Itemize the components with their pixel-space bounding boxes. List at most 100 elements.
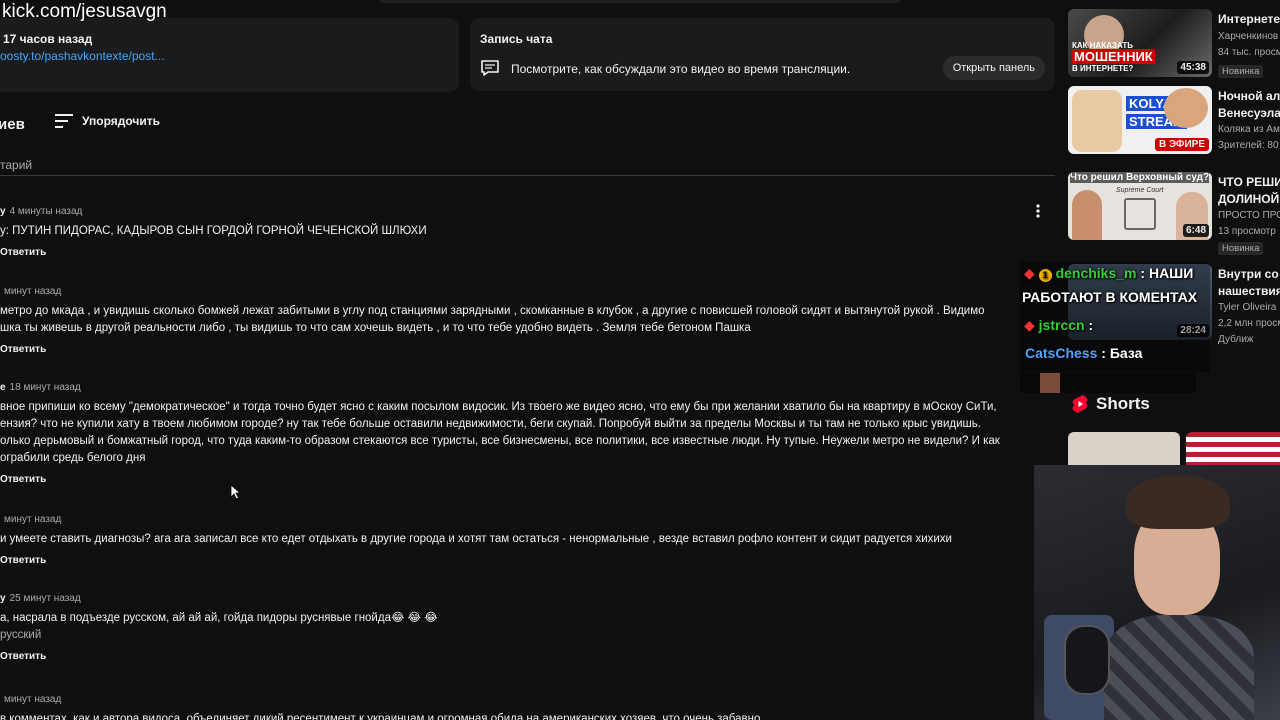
chat-username: jstrccn — [1038, 317, 1085, 333]
video-title-line: ДОЛИНОЙ? — [1218, 192, 1280, 206]
live-badge: В ЭФИРЕ — [1154, 138, 1209, 151]
channel-name[interactable]: Tyler Oliveira — [1218, 302, 1276, 313]
comment-text: в комментах, как и автора видоса, объеди… — [0, 713, 761, 720]
view-count: 2,2 млн просм — [1218, 318, 1280, 329]
comments-count: иев — [0, 116, 25, 133]
video-title-line: Венесуэла — [1218, 106, 1280, 120]
chat-message: ◆ jstrccn : — [1024, 317, 1094, 333]
thumbnail-text: В ИНТЕРНЕТЕ? — [1072, 64, 1134, 73]
scales-icon — [1124, 198, 1156, 230]
comment: е 18 минут назад вное припиши ко всему "д… — [0, 382, 1060, 485]
comment-text: вное припиши ко всему "демократическое" … — [0, 399, 1060, 467]
reply-button[interactable]: Ответить — [0, 344, 1060, 355]
reply-button[interactable]: Ответить — [0, 651, 1060, 662]
shorts-icon — [1072, 395, 1088, 413]
comment-time[interactable]: 4 минуты назад — [10, 206, 83, 217]
comment-time[interactable]: минут назад — [4, 514, 61, 525]
chat-replay-title: Запись чата — [480, 32, 553, 46]
chat-text: НАШИ — [1148, 265, 1194, 281]
stream-watermark: kick.com/jesusavgn — [2, 1, 167, 22]
badge-icon: ◆ — [1024, 265, 1035, 281]
video-title-line: Ночной алк — [1218, 89, 1280, 103]
comment-line: метро до мкада , и увидишь сколько бомже… — [0, 305, 985, 317]
video-duration: 45:38 — [1177, 61, 1209, 74]
channel-name[interactable]: Коляка из Ам — [1218, 124, 1280, 135]
comment-line: ограбили средь белого дня — [0, 452, 146, 464]
video-thumbnail[interactable]: KOLYAKA STREAM В ЭФИРЕ — [1068, 86, 1212, 154]
comment-author[interactable]: е — [0, 382, 6, 393]
recommended-video[interactable]: Что решил Верховный суд? Supreme Court 6… — [1068, 172, 1280, 255]
streamer-webcam — [1034, 465, 1280, 720]
comment-line: а, насрала в подъезде русском, ай ай ай,… — [0, 612, 438, 624]
thumbnail-text: Supreme Court — [1116, 187, 1164, 194]
comment-header: е 18 минут назад — [0, 382, 1060, 393]
comment-header: у 25 минут назад — [0, 593, 1060, 604]
chat-username: denchiks_m — [1055, 265, 1137, 281]
video-thumbnail[interactable]: Что решил Верховный суд? Supreme Court 6… — [1068, 172, 1212, 240]
video-title[interactable]: Интернете? — [1218, 11, 1280, 28]
chat-text: База — [1109, 345, 1143, 361]
comment-text: метро до мкада , и увидишь сколько бомже… — [0, 303, 1060, 337]
sort-icon — [55, 114, 73, 128]
comment-time[interactable]: минут назад — [4, 694, 61, 705]
comment-author[interactable]: у — [0, 206, 6, 217]
chat-text: РАБОТАЮТ В КОМЕНТАХ — [1022, 289, 1198, 305]
chat-overlay-footer — [1020, 373, 1196, 393]
comment: у 4 минуты назад у: ПУТИН ПИДОРАС, КАДЫРО… — [0, 206, 1060, 258]
chat-message: ◆ 1 denchiks_m : НАШИ — [1024, 265, 1194, 282]
comment-line: шка ты живешь в другой реальности либо ,… — [0, 322, 751, 334]
video-title[interactable]: Ночной алк Венесуэла — [1218, 88, 1280, 122]
reply-button[interactable]: Ответить — [0, 247, 1060, 258]
comment-header: минут назад — [0, 286, 1060, 297]
comment: минут назад метро до мкада , и увидишь с… — [0, 286, 1060, 355]
video-title[interactable]: ЧТО РЕШИ ДОЛИНОЙ? — [1218, 174, 1280, 208]
badge-icon: ◆ — [1024, 317, 1035, 333]
mascot-thumbnail — [1072, 90, 1122, 152]
comment: у 25 минут назад а, насрала в подъезде ру… — [0, 593, 1060, 662]
channel-name[interactable]: Харченкинов — [1218, 31, 1278, 42]
new-badge: Новинка — [1218, 65, 1264, 78]
viewer-count: Зрителей: 80 — [1218, 140, 1279, 151]
video-title-line: ЧТО РЕШИ — [1218, 175, 1280, 189]
channel-name[interactable]: ПРОСТО ПРО — [1218, 210, 1280, 221]
comment-time[interactable]: минут назад — [4, 286, 61, 297]
comment-author[interactable]: у — [0, 593, 6, 604]
sort-comments-button[interactable]: Упорядочить — [54, 113, 160, 129]
description-card[interactable]: 17 часов назад oosty.to/pashavkontexte/p… — [0, 18, 459, 92]
person-thumbnail — [1072, 190, 1102, 240]
comment-time[interactable]: 25 минут назад — [10, 593, 81, 604]
video-title[interactable]: Внутри со нашествия — [1218, 266, 1280, 300]
comment-line: олько дерьмовый и бомжатный город, что т… — [0, 435, 1000, 447]
comment-text: а, насрала в подъезде русском, ай ай ай,… — [0, 610, 1060, 644]
thumbnail-text: Что решил Верховный суд? — [1070, 172, 1210, 183]
comment-time[interactable]: 18 минут назад — [10, 382, 81, 393]
reply-button[interactable]: Ответить — [0, 474, 1060, 485]
comment-line: вное припиши ко всему "демократическое" … — [0, 401, 997, 413]
description-link[interactable]: oosty.to/pashavkontexte/post... — [0, 49, 165, 63]
add-comment-input[interactable]: тарий — [0, 158, 1055, 176]
microphone-icon — [1064, 625, 1110, 695]
comment-line: ензия? что не купили хату в твоем любимо… — [0, 418, 981, 430]
search-bar-edge — [380, 0, 900, 3]
upload-time: 17 часов назад — [3, 32, 93, 46]
reply-button[interactable]: Ответить — [0, 555, 1060, 566]
chat-replay-card: Запись чата Посмотрите, как обсуждали эт… — [470, 18, 1055, 91]
dub-badge: Дуближ — [1218, 334, 1254, 345]
comment-header: минут назад — [0, 694, 1060, 705]
chat-message: CatsChess : База — [1025, 345, 1143, 361]
thumbnail-text: МОШЕННИК — [1072, 49, 1155, 64]
recommended-video[interactable]: KOLYAKA STREAM В ЭФИРЕ Ночной алк Венесуэ… — [1068, 86, 1280, 164]
open-chat-panel-button[interactable]: Открыть панель — [942, 56, 1045, 80]
more-actions-icon[interactable] — [1034, 204, 1042, 218]
comment-header: минут назад — [0, 514, 1060, 525]
sub-badge-icon: 1 — [1038, 269, 1052, 282]
avatar — [1040, 373, 1060, 393]
shorts-header[interactable]: Shorts — [1072, 394, 1150, 414]
face-thumbnail — [1164, 88, 1208, 128]
comment-header: у 4 минуты назад — [0, 206, 1060, 217]
streamer-shirt — [1104, 615, 1254, 720]
chat-username: CatsChess — [1025, 345, 1098, 361]
chat-bubble-icon — [481, 60, 499, 76]
video-thumbnail[interactable]: КАК НАКАЗАТЬ МОШЕННИК В ИНТЕРНЕТЕ? 45:38 — [1068, 9, 1212, 77]
recommended-video[interactable]: КАК НАКАЗАТЬ МОШЕННИК В ИНТЕРНЕТЕ? 45:38… — [1068, 9, 1280, 87]
